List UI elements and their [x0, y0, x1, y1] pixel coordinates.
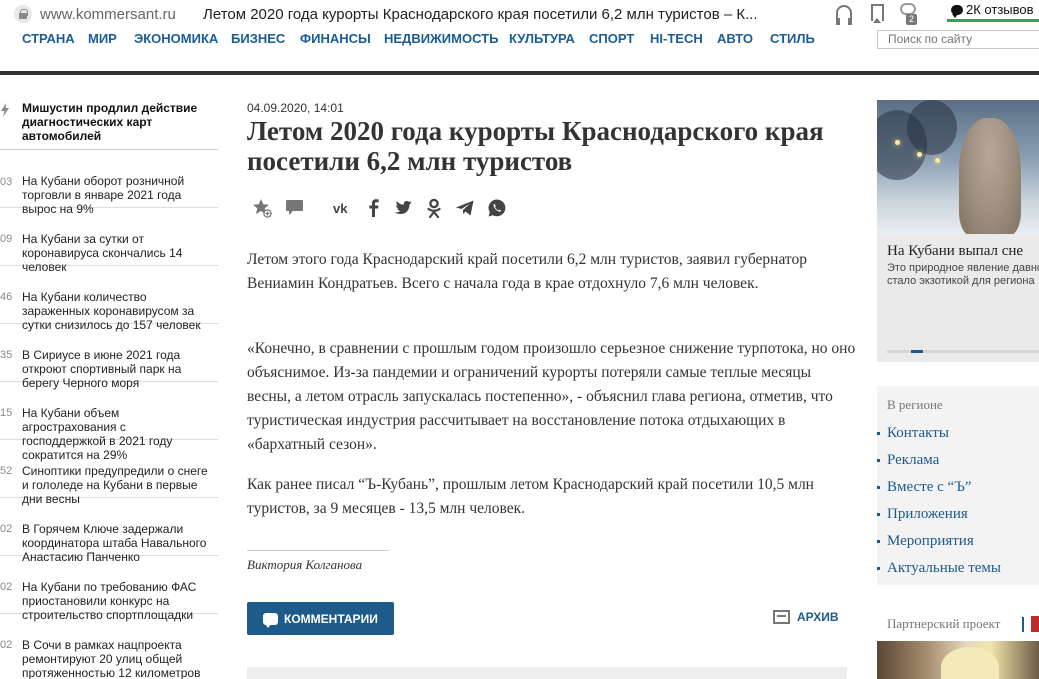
lightning-icon	[1, 103, 9, 117]
header-divider	[0, 71, 1039, 75]
search-input[interactable]: Поиск по сайту	[877, 30, 1039, 49]
promo-card[interactable]: На Кубани выпал сне Это природное явлени…	[877, 100, 1039, 362]
news-time: 09	[0, 233, 13, 245]
comment-bubble-icon	[263, 612, 278, 628]
bookmark-icon[interactable]	[871, 4, 884, 23]
comment-count-badge: 2	[906, 14, 918, 25]
comment-bubble-icon[interactable]	[285, 199, 304, 217]
nav-item-hitech[interactable]: HI-TECH	[650, 31, 703, 46]
region-link-apps[interactable]: Приложения	[877, 506, 968, 523]
promo-subtitle: Это природное явление давно стало экзоти…	[887, 262, 1039, 287]
reviews-label: 2К отзывов	[966, 2, 1034, 17]
vk-icon[interactable]: vk	[333, 198, 353, 218]
archive-link[interactable]: АРХИВ	[773, 610, 839, 624]
news-time: 35	[0, 349, 13, 361]
nav-item-nedvizhimost[interactable]: НЕДВИЖИМОСТЬ	[384, 31, 498, 46]
article-paragraph: Летом этого года Краснодарский край посе…	[247, 251, 808, 292]
news-time: 46	[0, 291, 13, 303]
region-link-ads[interactable]: Реклама	[877, 452, 939, 469]
speech-bubble-icon	[951, 4, 963, 18]
region-link-contacts[interactable]: Контакты	[877, 425, 949, 442]
browser-bar: www.kommersant.ru Летом 2020 года курорт…	[0, 0, 1039, 30]
nav-item-strana[interactable]: СТРАНА	[22, 31, 75, 46]
promo-title[interactable]: На Кубани выпал сне	[887, 243, 1039, 260]
comments-button[interactable]: КОММЕНТАРИИ	[247, 602, 394, 635]
article-author: Виктория Колганова	[247, 557, 363, 572]
region-link-topics[interactable]: Актуальные темы	[877, 560, 1001, 577]
reviews-button[interactable]: 2К отзывов	[947, 0, 1039, 22]
article-title: Летом 2020 года курорты Краснодарского к…	[247, 116, 824, 176]
region-heading: В регионе	[887, 397, 943, 412]
news-text[interactable]: На Кубани по требованию ФАС приостановил…	[22, 580, 212, 622]
news-time: 02	[0, 581, 13, 593]
nav-item-mir[interactable]: МИР	[88, 31, 117, 46]
whatsapp-icon[interactable]	[487, 198, 507, 218]
nav-item-ekonomika[interactable]: ЭКОНОМИКА	[134, 31, 218, 46]
comments-icon[interactable]: 2	[900, 3, 918, 25]
nav-item-stil[interactable]: СТИЛЬ	[770, 31, 815, 46]
news-time: 03	[0, 176, 13, 188]
archive-box-icon	[773, 610, 790, 624]
odnoklassniki-icon[interactable]	[424, 198, 444, 218]
archive-label: АРХИВ	[797, 610, 839, 624]
promo-slider-indicator	[911, 350, 923, 353]
author-divider	[247, 550, 389, 551]
news-time: 02	[0, 523, 13, 535]
news-time: 52	[0, 465, 13, 477]
telegram-icon[interactable]	[455, 198, 475, 218]
article-footer-block	[247, 667, 847, 679]
news-time: 15	[0, 407, 13, 419]
article-paragraph: «Конечно, в сравнении с прошлым годом пр…	[247, 340, 856, 453]
nav-item-sport[interactable]: СПОРТ	[589, 31, 634, 46]
nav-item-biznes[interactable]: БИЗНЕС	[231, 31, 285, 46]
article-paragraph: Как ранее писал “Ъ-Кубань”, прошлым лето…	[247, 476, 814, 517]
nav-item-kultura[interactable]: КУЛЬТУРА	[509, 31, 575, 46]
address-url[interactable]: www.kommersant.ru	[40, 6, 176, 23]
partner-divider	[1022, 617, 1024, 632]
page-tab-title: Летом 2020 года курорты Краснодарского к…	[203, 6, 758, 23]
promo-slider-progress[interactable]	[887, 350, 1039, 353]
partner-image[interactable]	[877, 641, 1039, 679]
article-date: 04.09.2020, 14:01	[247, 101, 344, 115]
lead-news-text[interactable]: Мишустин продлил действие диагностически…	[22, 101, 212, 143]
nav-item-avto[interactable]: АВТО	[717, 31, 753, 46]
partner-logo[interactable]	[1031, 616, 1039, 632]
news-text[interactable]: В Сочи в рамках нацпроекта ремонтируют 2…	[22, 638, 212, 679]
svg-text:vk: vk	[333, 201, 348, 216]
comments-button-label: КОММЕНТАРИИ	[284, 611, 378, 626]
region-link-together[interactable]: Вместе с “Ъ”	[877, 479, 971, 496]
facebook-icon[interactable]	[364, 198, 384, 218]
region-link-events[interactable]: Мероприятия	[877, 533, 974, 550]
news-time: 02	[0, 639, 13, 651]
promo-image[interactable]	[877, 100, 1039, 234]
twitter-icon[interactable]	[393, 198, 413, 218]
favorite-star-icon[interactable]	[252, 198, 272, 218]
lock-icon[interactable]	[14, 5, 32, 23]
nav-item-finansy[interactable]: ФИНАНСЫ	[300, 31, 371, 46]
partner-label: Партнерский проект	[887, 616, 1001, 631]
headphones-icon[interactable]	[836, 5, 852, 25]
